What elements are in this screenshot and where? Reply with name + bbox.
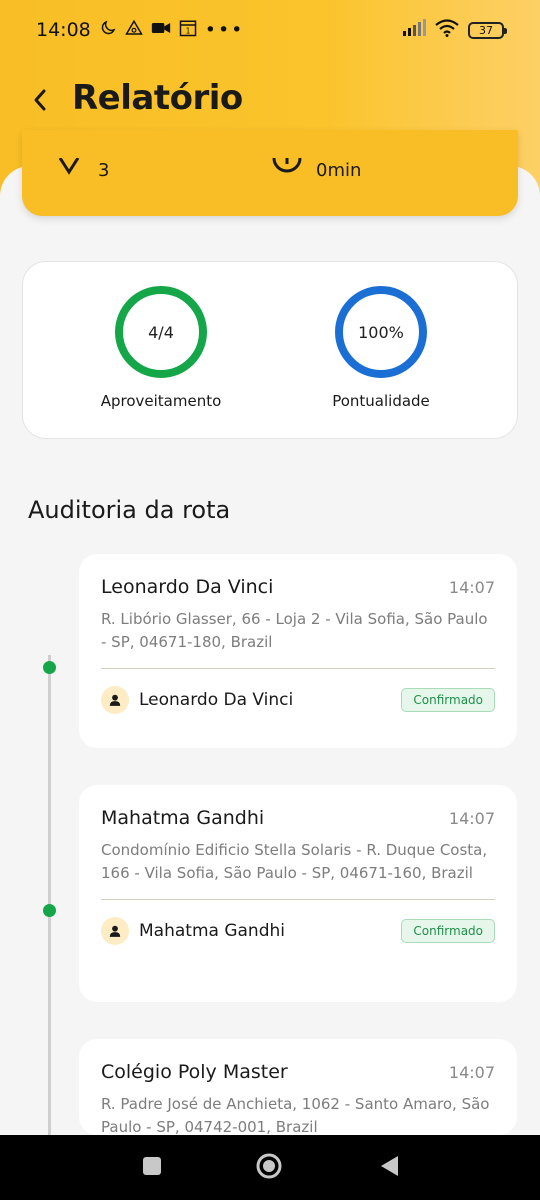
pontualidade-value: 100% (358, 322, 404, 342)
battery-icon: 37 (468, 21, 507, 39)
stop-card[interactable]: Colégio Poly Master 14:07 R. Padre José … (79, 1039, 517, 1135)
stop-name: Colégio Poly Master (101, 1061, 288, 1083)
svg-text:1: 1 (185, 26, 190, 35)
status-badge: Confirmado (401, 688, 495, 712)
home-circle-icon (255, 1152, 283, 1184)
home-button[interactable] (255, 1152, 283, 1184)
metric-aproveitamento: 4/4 Aproveitamento (61, 286, 261, 410)
chevron-left-icon (32, 88, 48, 116)
camera-icon (151, 19, 171, 41)
timeline-dot (43, 661, 56, 674)
metric-pontualidade: 100% Pontualidade (281, 286, 481, 410)
check-icon (58, 157, 84, 183)
stop-time: 14:07 (448, 809, 495, 828)
stop-address: R. Libório Glasser, 66 - Loja 2 - Vila S… (101, 610, 488, 651)
back-nav-button[interactable] (376, 1155, 402, 1181)
system-navigation-bar (0, 1135, 540, 1200)
page-title: Relatório (72, 78, 243, 118)
more-icon: ••• (204, 19, 245, 41)
pontualidade-label: Pontualidade (332, 392, 430, 410)
pontualidade-ring: 100% (335, 286, 427, 378)
timeline-dot (43, 904, 56, 917)
stop-name: Leonardo Da Vinci (101, 576, 274, 598)
aproveitamento-label: Aproveitamento (100, 392, 222, 410)
triangle-back-icon (378, 1154, 400, 1182)
timeline-line (48, 655, 51, 1135)
passenger-name: Leonardo Da Vinci (139, 690, 294, 710)
stop-address: Condomínio Edificio Stella Solaris - R. … (101, 841, 488, 882)
status-bar: 14:08 1 ••• 37 (0, 0, 540, 60)
triangle-icon (124, 19, 143, 42)
clock-icon (272, 157, 302, 183)
wifi-icon (435, 18, 459, 42)
section-title: Auditoria da rota (28, 496, 231, 524)
status-badge: Confirmado (401, 919, 495, 943)
moon-icon (99, 19, 117, 42)
stop-card[interactable]: Leonardo Da Vinci 14:07 R. Libório Glass… (79, 554, 517, 748)
stop-name: Mahatma Gandhi (101, 807, 265, 829)
stop-address: R. Padre José de Anchieta, 1062 - Santo … (101, 1095, 490, 1135)
top-app-bar: Relatório (0, 70, 540, 134)
battery-level: 37 (479, 23, 493, 37)
passenger-name: Mahatma Gandhi (139, 921, 285, 941)
summary-delay: 0min (272, 157, 362, 183)
status-time: 14:08 (36, 19, 91, 41)
square-icon (142, 1156, 162, 1180)
summary-stops: 3 (58, 157, 110, 183)
route-summary-card: 3 0min (22, 130, 518, 216)
summary-stops-value: 3 (98, 160, 110, 181)
recents-button[interactable] (139, 1155, 165, 1181)
signal-icon (402, 18, 426, 42)
person-icon (101, 686, 129, 714)
metrics-card: 4/4 Aproveitamento 100% Pontualidade (22, 261, 518, 439)
calendar-icon: 1 (179, 19, 197, 42)
aproveitamento-ring: 4/4 (115, 286, 207, 378)
summary-delay-value: 0min (316, 160, 362, 181)
stop-time: 14:07 (448, 578, 495, 597)
person-icon (101, 917, 129, 945)
stop-time: 14:07 (448, 1063, 495, 1082)
back-button[interactable] (24, 84, 56, 120)
stop-card[interactable]: Mahatma Gandhi 14:07 Condomínio Edificio… (79, 785, 517, 1002)
aproveitamento-value: 4/4 (148, 322, 174, 342)
